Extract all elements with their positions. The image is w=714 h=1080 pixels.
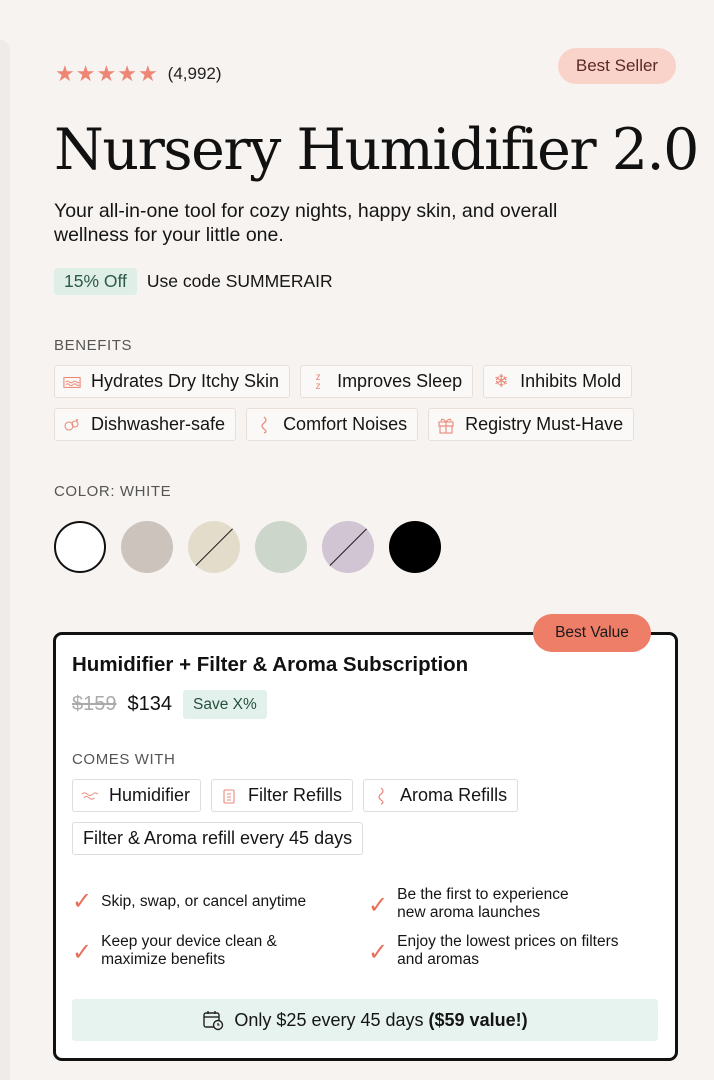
perk-item: ✓ Skip, swap, or cancel anytime [72, 888, 306, 916]
item-chip-filter: Filter Refills [211, 779, 354, 812]
star-rating: ★ ★ ★ ★ ★ [55, 63, 158, 85]
star-icon: ★ [75, 61, 96, 86]
sound-icon [255, 416, 273, 434]
benefits-label: BENEFITS [54, 337, 133, 354]
price-row: $159 $134 Save X% [72, 690, 267, 719]
snowflake-icon: ❄ [493, 371, 509, 391]
benefit-label: Hydrates Dry Itchy Skin [91, 371, 280, 391]
footer-value-text: ($59 value!) [428, 1009, 528, 1030]
benefits-row-1: Hydrates Dry Itchy Skin zz Improves Slee… [54, 365, 633, 398]
swatch-cream-unavailable[interactable] [188, 521, 240, 573]
refill-note-row: Filter & Aroma refill every 45 days [72, 822, 364, 855]
original-price: $159 [72, 693, 117, 715]
perk-item: ✓ Enjoy the lowest prices on filters and… [368, 933, 619, 969]
item-label: Aroma Refills [400, 785, 508, 805]
benefit-chip-mold: ❄ Inhibits Mold [483, 365, 633, 398]
sleep-icon: zz [315, 371, 321, 392]
swatch-black[interactable] [389, 521, 441, 573]
best-value-badge: Best Value [533, 614, 651, 652]
check-icon: ✓ [72, 939, 93, 966]
benefit-chip-sleep: zz Improves Sleep [300, 365, 474, 398]
benefit-chip-registry: Registry Must-Have [428, 408, 635, 441]
benefits-row-2: Dishwasher-safe Comfort Noises Registry … [54, 408, 635, 441]
product-title: Nursery Humidifier 2.0 [54, 117, 699, 183]
benefit-label: Dishwasher-safe [91, 414, 226, 434]
star-icon: ★ [96, 61, 117, 86]
rating-row[interactable]: ★ ★ ★ ★ ★ (4,992) [55, 63, 222, 85]
comes-with-row: Humidifier Filter Refills Aroma Refills [72, 779, 519, 812]
aroma-icon [372, 787, 390, 805]
check-icon: ✓ [72, 888, 93, 915]
color-label: COLOR: WHITE [54, 483, 172, 500]
calendar-clock-icon [202, 1009, 224, 1031]
perk-text: Enjoy the lowest prices on filters and a… [397, 933, 619, 968]
product-subtitle: Your all-in-one tool for cozy nights, ha… [54, 200, 558, 246]
benefit-label: Registry Must-Have [465, 414, 624, 434]
subscription-price-bar: Only $25 every 45 days ($59 value!) [72, 999, 658, 1041]
swatch-taupe[interactable] [121, 521, 173, 573]
best-seller-badge: Best Seller [558, 48, 676, 84]
promo-code-text: Use code SUMMERAIR [146, 271, 333, 291]
star-icon: ★ [117, 61, 137, 86]
benefit-label: Improves Sleep [337, 371, 463, 391]
benefit-chip-dishwasher: Dishwasher-safe [54, 408, 237, 441]
waves-icon [63, 373, 81, 391]
humidifier-icon [81, 787, 99, 805]
benefit-chip-hydrates: Hydrates Dry Itchy Skin [54, 365, 291, 398]
perk-text: Skip, swap, or cancel anytime [101, 893, 307, 910]
save-badge: Save X% [183, 690, 267, 719]
benefit-chip-noises: Comfort Noises [246, 408, 419, 441]
swatch-sage[interactable] [255, 521, 307, 573]
swatch-lavender-unavailable[interactable] [322, 521, 374, 573]
item-label: Filter Refills [248, 785, 343, 805]
color-swatches [54, 521, 441, 573]
perk-text: Be the first to experience new aroma lau… [397, 886, 569, 921]
item-label: Humidifier [109, 785, 191, 805]
check-icon: ✓ [368, 892, 389, 919]
perk-text: Keep your device clean & maximize benefi… [101, 933, 277, 968]
filter-icon [220, 787, 238, 805]
gift-icon [437, 416, 455, 434]
footer-price-main: Only $25 every 45 days [234, 1009, 424, 1030]
promo-row: 15% Off Use code SUMMERAIR [54, 268, 333, 295]
star-icon: ★ [55, 61, 75, 86]
perk-item: ✓ Be the first to experience new aroma l… [368, 886, 569, 922]
check-icon: ✓ [368, 939, 389, 966]
review-count[interactable]: (4,992) [168, 64, 222, 84]
perk-item: ✓ Keep your device clean & maximize bene… [72, 933, 277, 969]
benefit-label: Comfort Noises [283, 414, 408, 434]
side-panel-edge [0, 40, 10, 1080]
dishwasher-icon [63, 416, 81, 434]
benefit-label: Inhibits Mold [520, 371, 622, 391]
swatch-white[interactable] [54, 521, 106, 573]
item-chip-aroma: Aroma Refills [363, 779, 519, 812]
offer-title: Humidifier + Filter & Aroma Subscription [72, 653, 469, 676]
star-icon: ★ [137, 61, 158, 86]
footer-price-text: Only $25 every 45 days ($59 value!) [234, 1010, 527, 1031]
item-chip-humidifier: Humidifier [72, 779, 202, 812]
refill-frequency-chip: Filter & Aroma refill every 45 days [72, 822, 364, 855]
comes-with-label: COMES WITH [72, 751, 176, 768]
sale-price: $134 [127, 693, 173, 715]
discount-badge: 15% Off [54, 268, 137, 295]
